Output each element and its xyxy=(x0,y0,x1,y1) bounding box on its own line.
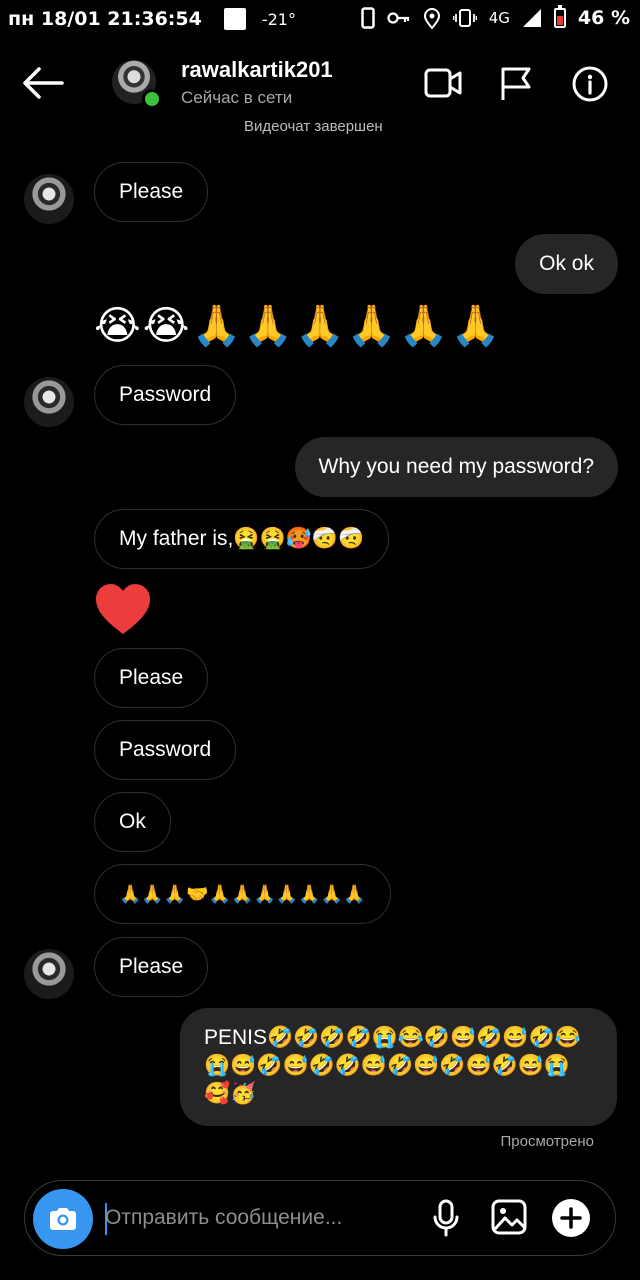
phone-icon xyxy=(360,7,375,29)
microphone-icon[interactable] xyxy=(433,1199,459,1237)
key-icon xyxy=(387,12,409,24)
message-bubble-incoming[interactable]: Please xyxy=(94,937,209,997)
message-bubble-outgoing[interactable]: Why you need my password? xyxy=(294,437,618,497)
message-bubble-incoming[interactable]: Please xyxy=(94,648,209,708)
message-bubble-incoming[interactable]: 🙏🙏🙏🤝🙏🙏🙏🙏🙏🙏🙏 xyxy=(94,864,391,924)
chat-header: rawalkartik201 Сейчас в сети xyxy=(0,40,640,130)
location-icon xyxy=(423,8,440,29)
message-emoji[interactable]: 😭😭🙏🙏🙏🙏🙏🙏 xyxy=(94,306,502,346)
system-note: Видеочат завершен xyxy=(244,118,383,135)
message-bubble-incoming[interactable]: My father is,🤮🤮🥵🤕🤕 xyxy=(94,509,390,569)
chat-username[interactable]: rawalkartik201 xyxy=(181,57,333,83)
status-temperature: -21° xyxy=(261,9,296,29)
message-bubble-incoming[interactable]: Password xyxy=(94,720,237,780)
message-composer xyxy=(24,1180,616,1256)
presence-status: Сейчас в сети xyxy=(181,88,293,107)
video-call-icon[interactable] xyxy=(424,67,462,99)
message-bubble-outgoing[interactable]: PENIS🤣🤣🤣🤣😭😂🤣😅🤣😅🤣😂😭😅🤣😅🤣🤣😅🤣😅🤣😅🤣😅😭🥰🥳 xyxy=(180,1008,617,1126)
battery-percent: 46 % xyxy=(577,7,630,29)
camera-icon xyxy=(50,1208,76,1230)
back-arrow-icon[interactable] xyxy=(22,66,64,100)
battery-icon xyxy=(553,5,566,28)
message-bubble-incoming[interactable]: Ok xyxy=(94,792,171,852)
message-bubble-outgoing[interactable]: Ok ok xyxy=(515,234,618,294)
info-icon[interactable] xyxy=(572,66,608,102)
message-input[interactable] xyxy=(105,1195,405,1241)
seen-status: Просмотрено xyxy=(500,1133,594,1150)
signal-icon xyxy=(522,9,541,27)
message-bubble-incoming[interactable]: Please xyxy=(94,162,209,222)
status-datetime: пн 18/01 21:36:54 xyxy=(8,8,202,30)
sender-avatar[interactable] xyxy=(24,949,74,999)
sender-avatar[interactable] xyxy=(24,377,74,427)
flag-icon[interactable] xyxy=(500,66,532,102)
notification-icon xyxy=(223,8,246,30)
status-bar: пн 18/01 21:36:54 -21° 4G 46 % xyxy=(0,0,640,40)
add-icon[interactable] xyxy=(551,1198,591,1238)
online-indicator xyxy=(142,89,162,109)
network-type: 4G xyxy=(488,9,510,27)
gallery-icon[interactable] xyxy=(491,1199,527,1235)
sender-avatar[interactable] xyxy=(24,174,74,224)
vibrate-icon xyxy=(452,9,477,27)
heart-reaction-icon[interactable] xyxy=(94,582,152,636)
camera-button[interactable] xyxy=(33,1189,93,1249)
message-bubble-incoming[interactable]: Password xyxy=(94,365,237,425)
